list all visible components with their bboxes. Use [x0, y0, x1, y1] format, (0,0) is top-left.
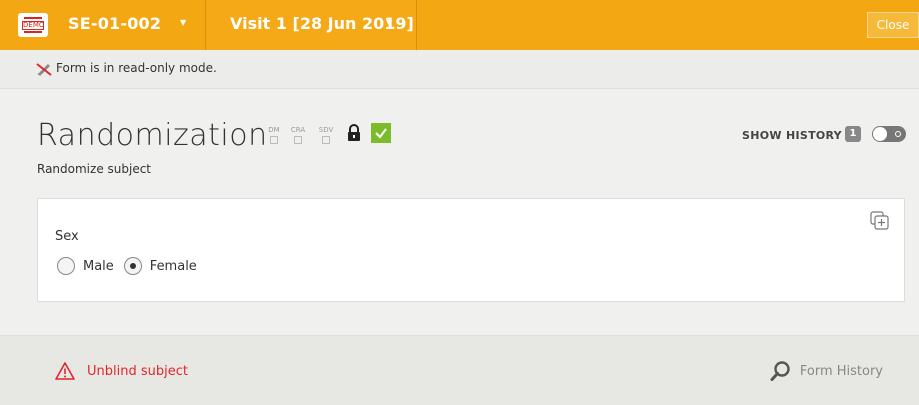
no-edit-icon	[36, 63, 52, 76]
close-button[interactable]: Close	[867, 12, 919, 38]
sex-field-label: Sex	[55, 229, 79, 244]
flag-cra-checkbox[interactable]	[294, 136, 302, 144]
male-radio[interactable]	[57, 257, 75, 275]
unblind-subject-button[interactable]: Unblind subject	[55, 362, 188, 380]
male-label[interactable]: Male	[83, 259, 114, 274]
form-history-button[interactable]: Form History	[770, 360, 883, 382]
flag-cra-label: CRA	[290, 126, 306, 134]
warning-icon	[55, 362, 75, 380]
visit-selector[interactable]: Visit 1 [28 Jun 2019] ▼	[206, 0, 417, 50]
readonly-text: Form is in read-only mode.	[56, 61, 217, 75]
subject-id[interactable]: SE-01-002	[68, 14, 161, 33]
toggle-knob	[873, 127, 887, 141]
copy-add-icon[interactable]	[870, 211, 890, 231]
toggle-off-indicator	[895, 131, 901, 137]
chevron-down-icon[interactable]: ▼	[180, 18, 186, 27]
readonly-notice: Form is in read-only mode.	[0, 50, 919, 89]
sex-radio-group: Male Female	[57, 257, 207, 275]
flag-dm-checkbox[interactable]	[270, 136, 278, 144]
flag-cra[interactable]: CRA	[288, 126, 308, 144]
demo-badge-text: DEMO	[22, 21, 45, 30]
history-count-badge: 1	[845, 126, 861, 142]
flag-dm-label: DM	[268, 126, 280, 134]
form-history-label[interactable]: Form History	[800, 364, 883, 379]
flag-sdv-label: SDV	[318, 126, 334, 134]
search-icon	[770, 361, 790, 381]
status-check-icon	[371, 123, 391, 143]
female-radio[interactable]	[123, 257, 142, 275]
field-card: Sex Male Female	[37, 198, 905, 302]
show-history-label: SHOW HISTORY	[742, 129, 842, 142]
flag-sdv-checkbox[interactable]	[322, 136, 330, 144]
demo-badge-icon: DEMO	[18, 13, 48, 37]
page-subtitle: Randomize subject	[37, 162, 152, 176]
subject-selector[interactable]: DEMO SE-01-002 ▼	[0, 0, 206, 50]
lock-icon	[348, 124, 360, 141]
page-title: Randomization	[37, 118, 268, 153]
footer-bar: Unblind subject Form History	[0, 336, 919, 405]
female-label[interactable]: Female	[150, 259, 197, 274]
flag-dm[interactable]: DM	[264, 126, 284, 144]
show-history-toggle[interactable]	[872, 126, 906, 142]
unblind-subject-label[interactable]: Unblind subject	[87, 364, 188, 379]
top-bar: DEMO SE-01-002 ▼ Visit 1 [28 Jun 2019] ▼…	[0, 0, 919, 50]
chevron-down-icon[interactable]: ▼	[386, 18, 392, 27]
flag-sdv[interactable]: SDV	[316, 126, 336, 144]
